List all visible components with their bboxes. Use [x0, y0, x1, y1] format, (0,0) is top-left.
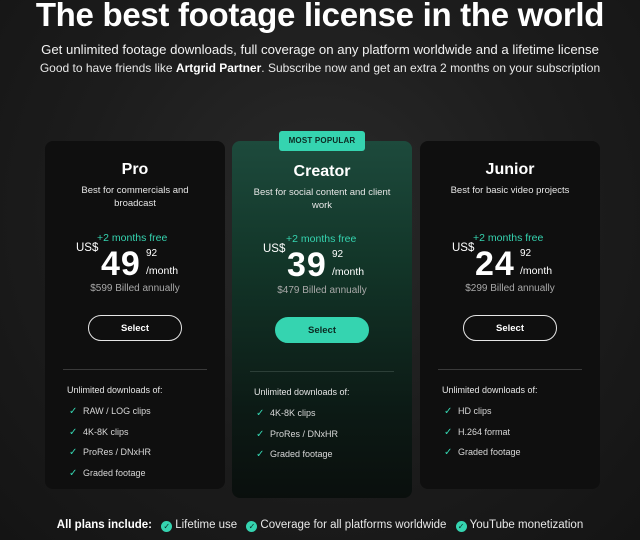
feature-item: ✓ 4K-8K clips	[256, 408, 316, 419]
plan-name: Pro	[121, 161, 149, 178]
plan-description: Best for commercials and broadcast	[81, 185, 189, 209]
check-icon: ✓	[69, 406, 78, 417]
plan-card-pro: Pro Best for commercials and broadcast +…	[45, 141, 225, 489]
plan-price: 49	[101, 245, 141, 283]
feature-item: ✓ HD clips	[444, 406, 492, 417]
footer-label: All plans include:	[56, 519, 152, 531]
most-popular-badge: MOST POPULAR	[279, 131, 365, 151]
feature-item: ✓ ProRes / DNxHR	[69, 447, 152, 458]
plan-billed: $479 Billed annually	[277, 285, 367, 296]
plan-free-months: +2 months free	[286, 233, 357, 245]
feature-item: ✓ Graded footage	[69, 468, 146, 479]
check-circle-icon: ✓	[246, 521, 258, 532]
check-circle-icon: ✓	[161, 521, 173, 532]
plan-billed: $599 Billed annually	[90, 283, 180, 294]
check-icon: ✓	[69, 447, 78, 458]
footer-item: Coverage for all platforms worldwide	[260, 519, 447, 531]
feature-item: ✓ Graded footage	[444, 447, 521, 458]
select-pro-button[interactable]: Select	[88, 315, 182, 341]
plan-description: Best for basic video projects	[450, 185, 570, 196]
plan-period: /month	[520, 265, 553, 277]
feature-item: ✓ 4K-8K clips	[69, 427, 129, 438]
check-icon: ✓	[69, 468, 78, 479]
plan-description: Best for social content and client work	[253, 187, 391, 211]
feature-item: ✓ RAW / LOG clips	[69, 406, 151, 417]
check-icon: ✓	[256, 408, 265, 419]
features-heading: Unlimited downloads of:	[442, 385, 538, 395]
plan-price: 39	[287, 246, 327, 284]
check-icon: ✓	[444, 406, 453, 417]
promo-suffix: . Subscribe now and get an extra 2 month…	[261, 61, 601, 75]
plan-name: Creator	[293, 163, 351, 180]
plan-name: Junior	[485, 161, 535, 178]
check-icon: ✓	[69, 427, 78, 438]
feature-item: ✓ Graded footage	[256, 449, 333, 460]
feature-item: ✓ H.264 format	[444, 427, 511, 438]
plan-free-months: +2 months free	[473, 232, 544, 244]
plan-currency: US$	[452, 242, 475, 254]
plan-card-creator: Creator Best for social content and clie…	[232, 141, 412, 498]
check-circle-icon: ✓	[455, 521, 467, 532]
footer-item: Lifetime use	[175, 519, 238, 531]
select-junior-button[interactable]: Select	[463, 315, 557, 341]
check-icon: ✓	[256, 449, 265, 460]
features-heading: Unlimited downloads of:	[67, 385, 163, 395]
plan-price: 24	[475, 245, 515, 283]
plan-currency: US$	[263, 243, 286, 255]
plan-card-junior: Junior Best for basic video projects +2 …	[420, 141, 600, 489]
promo-partner: Artgrid Partner	[175, 61, 262, 75]
plan-period: /month	[146, 265, 179, 277]
plans-include-footer: All plans include: ✓ Lifetime use ✓ Covera…	[0, 519, 640, 532]
plan-price-cents: 92	[332, 249, 344, 260]
select-creator-button[interactable]: Select	[275, 317, 369, 343]
promo-prefix: Good to have friends like	[39, 61, 176, 75]
check-icon: ✓	[444, 447, 453, 458]
plan-price-cents: 92	[520, 248, 532, 259]
check-icon: ✓	[256, 429, 265, 440]
divider	[63, 369, 207, 370]
feature-item: ✓ ProRes / DNxHR	[256, 429, 339, 440]
plan-billed: $299 Billed annually	[465, 283, 555, 294]
check-icon: ✓	[444, 427, 453, 438]
plan-free-months: +2 months free	[97, 232, 168, 244]
plan-period: /month	[332, 266, 365, 278]
plan-currency: US$	[76, 242, 99, 254]
plan-price-cents: 92	[146, 248, 158, 259]
features-heading: Unlimited downloads of:	[254, 387, 350, 397]
page-title: The best footage license in the world	[35, 0, 605, 33]
promo-line: Good to have friends like Artgrid Partne…	[0, 61, 640, 75]
page-subtitle: Get unlimited footage downloads, full co…	[41, 42, 599, 57]
divider	[438, 369, 582, 370]
footer-item: YouTube monetization	[469, 519, 584, 531]
divider	[250, 371, 394, 372]
